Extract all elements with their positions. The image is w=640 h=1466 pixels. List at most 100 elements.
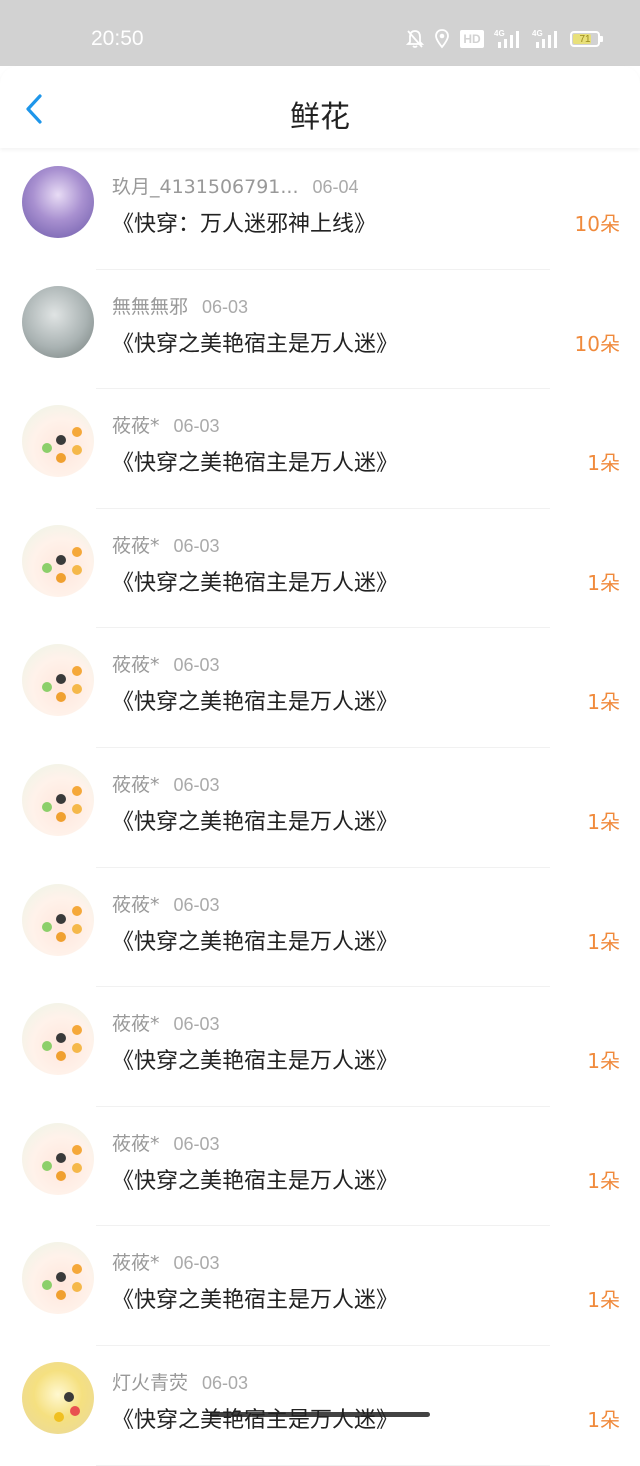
avatar-decoration: [42, 921, 52, 932]
avatar-decoration: [72, 684, 82, 695]
avatar-decoration: [56, 674, 66, 685]
avatar-decoration: [72, 666, 82, 677]
sender-name[interactable]: 莜莜*: [112, 1252, 160, 1274]
list-item[interactable]: 無無無邪 06-03 《快穿之美艳宿主是万人迷》 10朵: [0, 270, 640, 390]
flower-count: 1朵: [587, 809, 620, 834]
mute-bell-icon: [406, 29, 424, 49]
book-title[interactable]: 《快穿之美艳宿主是万人迷》: [112, 924, 398, 956]
avatar-decoration: [42, 1041, 52, 1052]
list-item[interactable]: 莜莜* 06-03 《快穿之美艳宿主是万人迷》 1朵: [0, 748, 640, 868]
network-label: 4G: [494, 29, 505, 38]
sender-name[interactable]: 無無無邪: [112, 296, 188, 318]
avatar-decoration: [42, 801, 52, 812]
sender-line: 莜莜* 06-03: [112, 1248, 220, 1275]
avatar[interactable]: [22, 285, 94, 358]
avatar-decoration: [72, 905, 82, 916]
list-item[interactable]: 莜莜* 06-03 《快穿之美艳宿主是万人迷》 1朵: [0, 868, 640, 988]
sender-name[interactable]: 莜莜*: [112, 1013, 160, 1035]
send-date: 06-03: [173, 535, 220, 556]
send-date: 06-03: [173, 655, 220, 676]
signal-4g-icon-2: 4G: [532, 28, 560, 50]
avatar-decoration: [56, 1033, 66, 1044]
avatar[interactable]: [22, 644, 94, 717]
avatar-decoration: [54, 1411, 64, 1422]
flower-count: 1朵: [587, 1168, 620, 1193]
sender-name[interactable]: 莜莜*: [112, 1133, 160, 1155]
book-title[interactable]: 《快穿之美艳宿主是万人迷》: [112, 1043, 398, 1075]
send-date: 06-03: [173, 774, 220, 795]
avatar[interactable]: [22, 1122, 94, 1195]
flower-count: 10朵: [574, 212, 620, 236]
sender-name[interactable]: 莜莜*: [112, 894, 160, 916]
book-title[interactable]: 《快穿之美艳宿主是万人迷》: [112, 804, 398, 836]
flower-count: 1朵: [587, 929, 620, 954]
avatar-decoration: [56, 453, 66, 464]
sender-name[interactable]: 莜莜*: [112, 415, 160, 437]
book-title[interactable]: 《快穿之美艳宿主是万人迷》: [112, 684, 398, 716]
avatar-decoration: [56, 1272, 66, 1283]
avatar-decoration: [72, 1043, 82, 1054]
location-icon: [434, 29, 450, 49]
book-title[interactable]: 《快穿之美艳宿主是万人迷》: [112, 1163, 398, 1195]
avatar-decoration: [72, 546, 82, 557]
sender-line: 莜莜* 06-03: [112, 411, 220, 438]
status-time: 20:50: [91, 27, 144, 50]
list-item[interactable]: 莜莜* 06-03 《快穿之美艳宿主是万人迷》 1朵: [0, 389, 640, 509]
avatar-decoration: [56, 1152, 66, 1163]
sender-line: 灯火青荧 06-03: [112, 1368, 248, 1395]
book-title[interactable]: 《快穿之美艳宿主是万人迷》: [112, 445, 398, 477]
avatar-decoration: [72, 1282, 82, 1293]
sender-line: 莜莜* 06-03: [112, 531, 220, 558]
sender-name[interactable]: 莜莜*: [112, 654, 160, 676]
avatar[interactable]: [22, 1361, 94, 1434]
avatar[interactable]: [22, 1242, 94, 1315]
page-title: 鲜花: [290, 100, 350, 135]
flower-count: 10朵: [574, 331, 620, 356]
list-item[interactable]: 莜莜* 06-03 《快穿之美艳宿主是万人迷》 1朵: [0, 509, 640, 629]
battery-level: 71: [579, 33, 591, 45]
list-item[interactable]: 莜莜* 06-03 《快穿之美艳宿主是万人迷》 1朵: [0, 987, 640, 1107]
list-item[interactable]: 莜莜* 06-03 《快穿之美艳宿主是万人迷》 1朵: [0, 628, 640, 748]
list-item[interactable]: 莜莜* 06-03 《快穿之美艳宿主是万人迷》 1朵: [0, 1107, 640, 1227]
avatar-decoration: [72, 1264, 82, 1275]
home-indicator[interactable]: [210, 1412, 430, 1417]
flower-count: 1朵: [587, 451, 620, 476]
sender-line: 無無無邪 06-03: [112, 292, 248, 319]
send-date: 06-03: [173, 1253, 220, 1274]
flower-count: 1朵: [587, 1407, 620, 1432]
book-title[interactable]: 《快穿之美艳宿主是万人迷》: [112, 1402, 398, 1434]
book-title[interactable]: 《快穿：万人迷邪神上线》: [112, 206, 376, 238]
sender-line: 莜莜* 06-03: [112, 650, 220, 677]
sender-name[interactable]: 莜莜*: [112, 535, 160, 557]
avatar-decoration: [72, 445, 82, 456]
hd-icon: HD: [460, 30, 484, 48]
send-date: 06-03: [173, 894, 220, 915]
book-title[interactable]: 《快穿之美艳宿主是万人迷》: [112, 565, 398, 597]
avatar[interactable]: [22, 166, 94, 238]
avatar-decoration: [72, 1025, 82, 1036]
book-title[interactable]: 《快穿之美艳宿主是万人迷》: [112, 1282, 398, 1314]
avatar-decoration: [72, 923, 82, 934]
avatar[interactable]: [22, 524, 94, 597]
avatar[interactable]: [22, 763, 94, 836]
flower-list: 玖月_4131506791... 06-04 《快穿：万人迷邪神上线》 10朵 無無無邪…: [0, 150, 640, 1466]
sender-line: 莜莜* 06-03: [112, 770, 220, 797]
send-date: 06-04: [312, 177, 359, 197]
send-date: 06-03: [173, 1133, 220, 1154]
list-item[interactable]: 莜莜* 06-03 《快穿之美艳宿主是万人迷》 1朵: [0, 1226, 640, 1346]
sender-name[interactable]: 莜莜*: [112, 774, 160, 796]
avatar-decoration: [56, 793, 66, 804]
list-item[interactable]: 灯火青荧 06-03 《快穿之美艳宿主是万人迷》 1朵: [0, 1346, 640, 1466]
sender-name[interactable]: 灯火青荧: [112, 1372, 188, 1394]
avatar[interactable]: [22, 405, 94, 478]
avatar-decoration: [56, 811, 66, 822]
book-title[interactable]: 《快穿之美艳宿主是万人迷》: [112, 326, 398, 358]
flower-count: 1朵: [587, 1049, 620, 1074]
sender-name[interactable]: 玖月_4131506791...: [112, 176, 299, 198]
avatar-decoration: [56, 1051, 66, 1062]
list-item[interactable]: 玖月_4131506791... 06-04 《快穿：万人迷邪神上线》 10朵: [0, 150, 640, 270]
avatar-decoration: [56, 572, 66, 583]
avatar[interactable]: [22, 883, 94, 956]
avatar[interactable]: [22, 1003, 94, 1076]
avatar-decoration: [42, 443, 52, 454]
